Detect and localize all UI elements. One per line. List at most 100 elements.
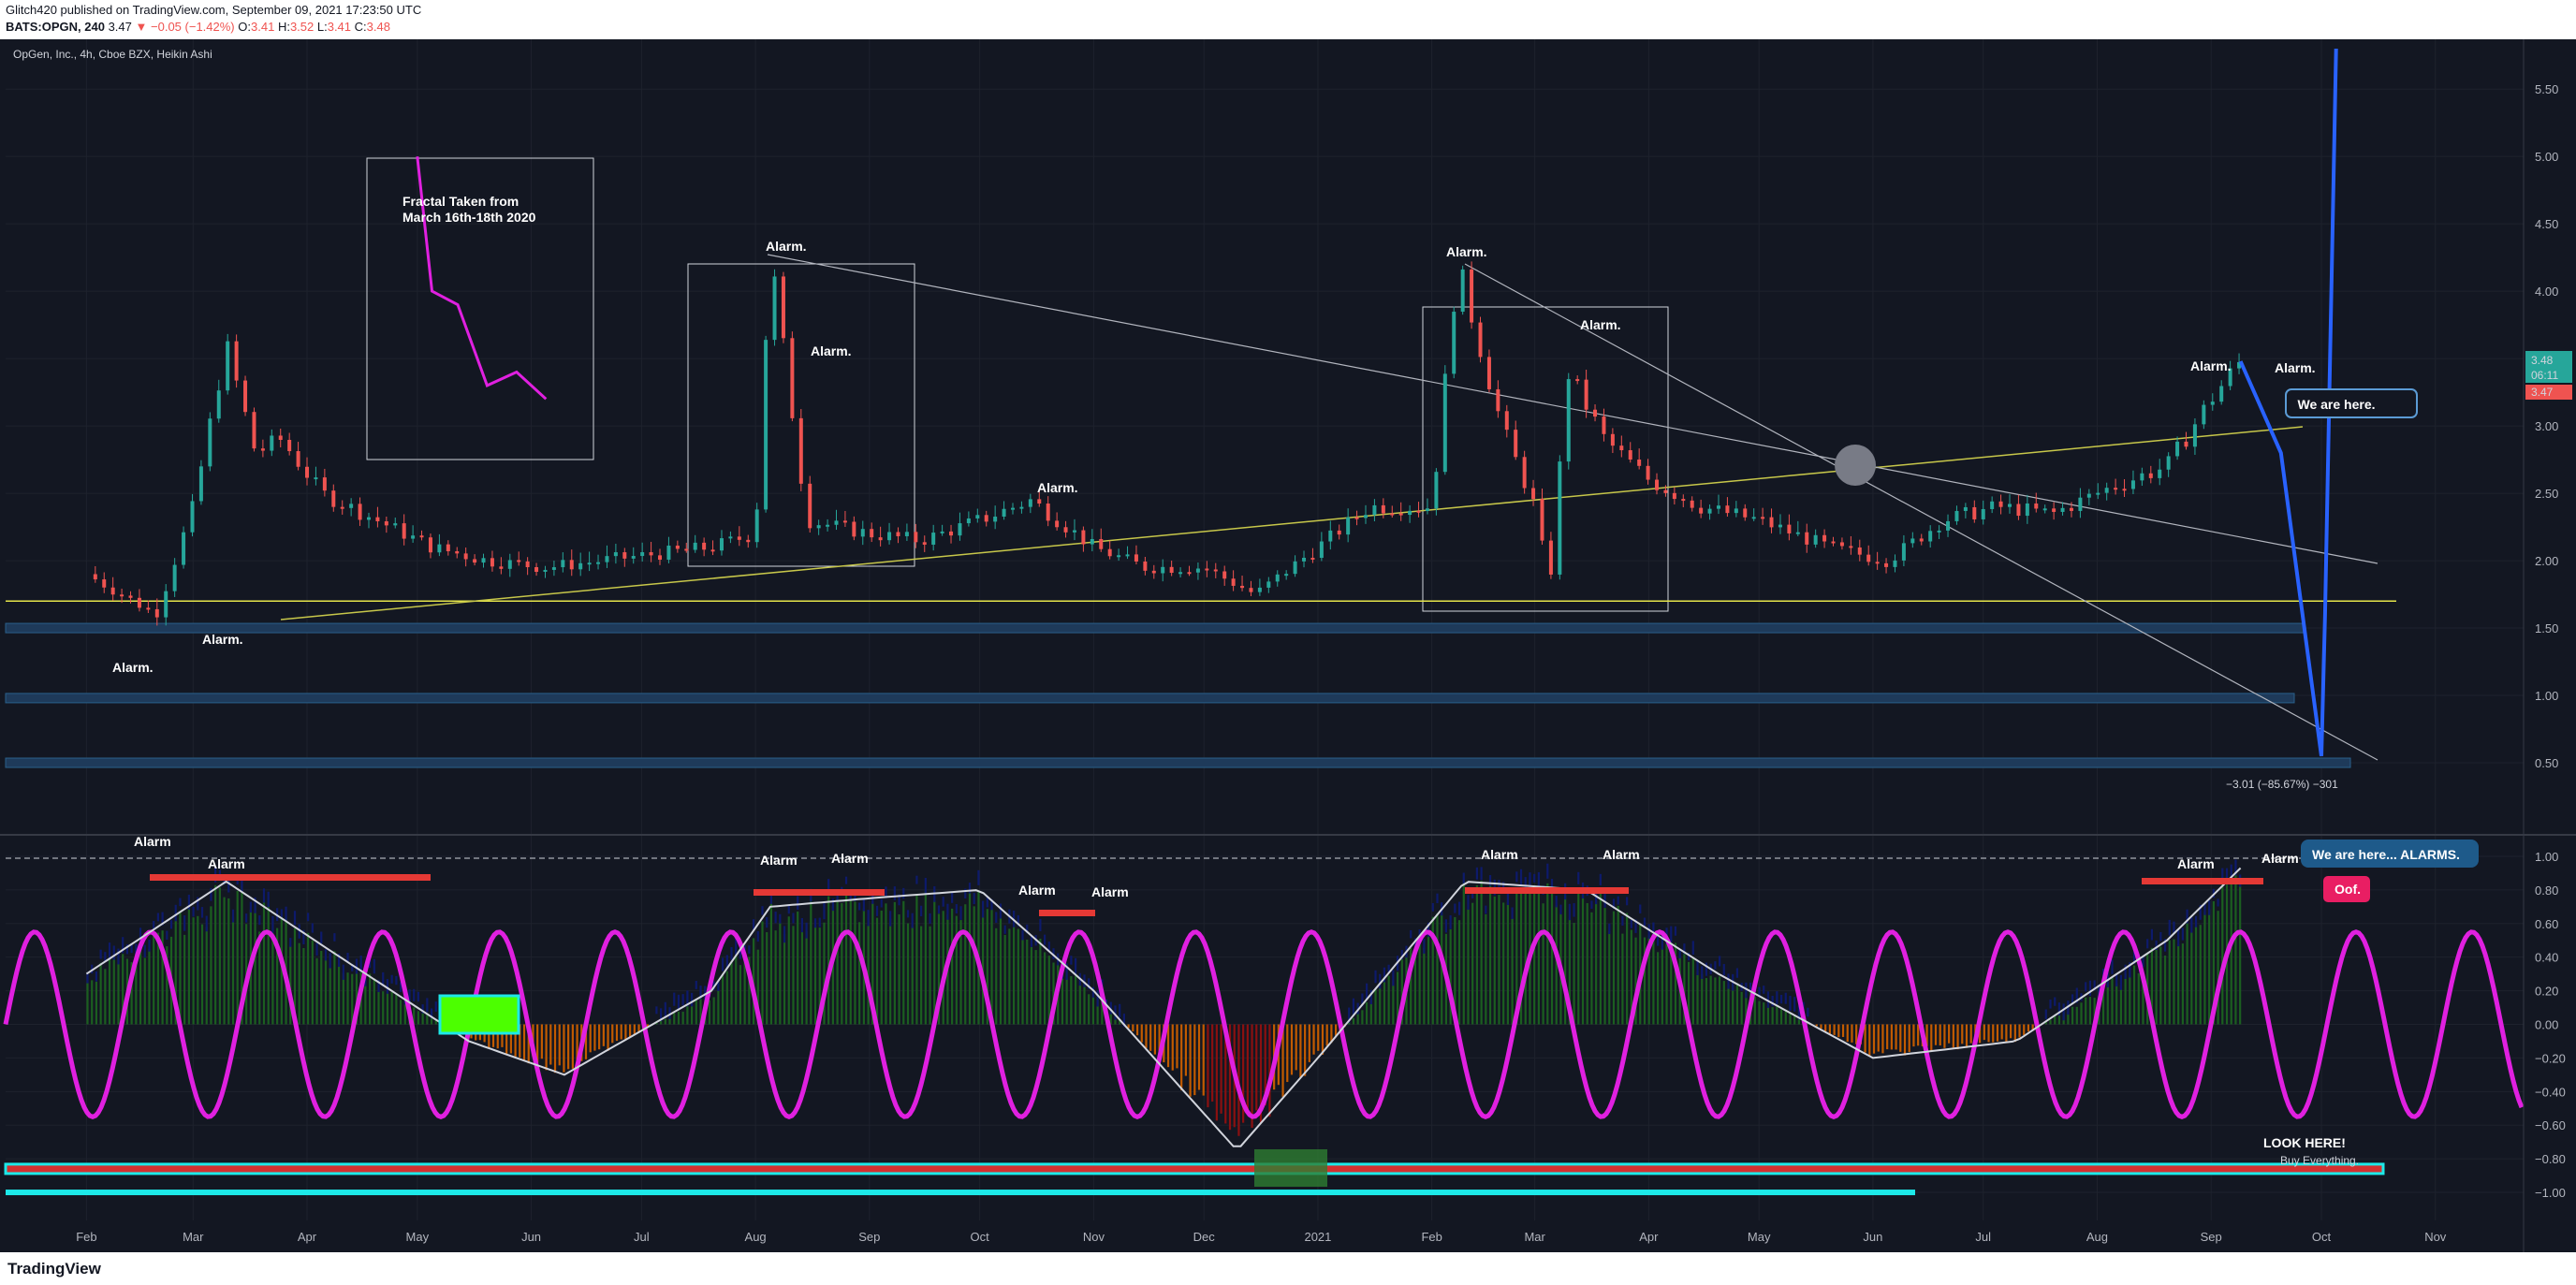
candle-body bbox=[728, 536, 733, 539]
candle-body bbox=[746, 539, 751, 543]
candle-body bbox=[2210, 402, 2215, 405]
candle-body bbox=[1734, 508, 1738, 514]
candle-body bbox=[2122, 489, 2127, 491]
osc-bar bbox=[2013, 1024, 2016, 1043]
candle-body bbox=[2184, 441, 2188, 447]
osc-bar bbox=[351, 973, 354, 1025]
candle-body bbox=[1628, 450, 1632, 460]
close-price-label: 3.47 bbox=[2531, 386, 2554, 399]
osc-bar bbox=[1917, 1024, 1920, 1046]
osc-bar bbox=[1352, 1017, 1355, 1025]
osc-bar-cap bbox=[818, 917, 821, 927]
osc-bar-cap bbox=[1410, 929, 1412, 939]
osc-bar bbox=[885, 903, 887, 1025]
osc-bar bbox=[1145, 1024, 1148, 1048]
candle-body bbox=[1107, 548, 1112, 557]
osc-bar bbox=[139, 946, 142, 1025]
candle-body bbox=[1090, 538, 1094, 545]
price-tick-label: 2.50 bbox=[2535, 487, 2558, 501]
candle-body bbox=[1125, 554, 1130, 557]
osc-bar-cap bbox=[1462, 872, 1465, 883]
osc-bar bbox=[1763, 1002, 1765, 1025]
osc-bar bbox=[915, 893, 918, 1025]
osc-bar bbox=[1008, 928, 1011, 1025]
candle-body bbox=[772, 276, 777, 341]
candle-body bbox=[1787, 524, 1792, 533]
candle-body bbox=[737, 536, 741, 540]
candle-body bbox=[914, 532, 918, 543]
candle-body bbox=[702, 542, 707, 550]
osc-bar bbox=[1828, 1024, 1831, 1034]
chart-canvas[interactable]: Fractal Taken from March 16th-18th 2020 Al… bbox=[0, 39, 2576, 1252]
osc-bar-cap bbox=[373, 958, 375, 974]
osc-bar-cap bbox=[673, 992, 676, 1006]
osc-bar bbox=[567, 1024, 570, 1070]
candle-body bbox=[1593, 409, 1598, 417]
osc-tick-label: −0.40 bbox=[2535, 1085, 2566, 1099]
osc-bar bbox=[1299, 1024, 1302, 1078]
candle-body bbox=[1981, 508, 1985, 519]
osc-bar-cap bbox=[2119, 974, 2123, 990]
osc-bar bbox=[338, 963, 341, 1025]
osc-bar bbox=[1956, 1024, 1959, 1050]
osc-bar-cap bbox=[117, 948, 120, 965]
osc-bar-cap bbox=[1021, 929, 1024, 941]
osc-bar bbox=[179, 911, 182, 1025]
osc-bar bbox=[1709, 975, 1712, 1025]
osc-bar bbox=[1488, 883, 1492, 1025]
candle-body bbox=[2158, 469, 2162, 478]
candle-body bbox=[975, 515, 980, 518]
osc-bar bbox=[1379, 988, 1382, 1025]
osc-bar-cap bbox=[1608, 923, 1611, 935]
osc-bar-cap bbox=[959, 906, 962, 920]
candle-body bbox=[2016, 504, 2021, 517]
osc-bar-cap bbox=[999, 903, 1003, 919]
candle-body bbox=[1434, 472, 1439, 509]
osc-bar bbox=[1193, 1024, 1196, 1096]
osc-bar bbox=[2054, 1015, 2056, 1025]
osc-bar bbox=[813, 927, 817, 1025]
osc-bar bbox=[906, 923, 910, 1025]
osc-bar-cap bbox=[1365, 983, 1368, 1000]
candle-body bbox=[622, 552, 627, 559]
osc-bar bbox=[1771, 1007, 1774, 1025]
osc-bar bbox=[1661, 948, 1663, 1025]
candle-body bbox=[2052, 508, 2056, 512]
osc-bar bbox=[1868, 1024, 1871, 1057]
osc-bar bbox=[197, 915, 199, 1025]
osc-bar bbox=[399, 1000, 402, 1025]
osc-bar bbox=[2217, 911, 2219, 1025]
osc-bar-cap bbox=[681, 994, 684, 1006]
candle-body bbox=[1681, 499, 1686, 502]
osc-alarm-label: Alarm bbox=[1091, 884, 1129, 899]
look-here-label: LOOK HERE! bbox=[2263, 1135, 2346, 1150]
candle-body bbox=[631, 556, 636, 559]
candle-body bbox=[2060, 507, 2065, 512]
candle-body bbox=[1293, 561, 1297, 575]
candle-body bbox=[1046, 504, 1050, 521]
osc-bar bbox=[999, 918, 1003, 1025]
osc-bar bbox=[298, 942, 300, 1025]
osc-bar bbox=[1140, 1024, 1143, 1043]
osc-bar bbox=[902, 900, 905, 1025]
osc-bar-cap bbox=[1763, 986, 1765, 994]
candle-body bbox=[878, 537, 883, 541]
x-tick-label: Dec bbox=[1193, 1230, 1216, 1244]
candle-body bbox=[525, 561, 530, 568]
osc-tick-label: 0.60 bbox=[2535, 917, 2558, 931]
osc-bar-cap bbox=[192, 907, 195, 917]
osc-bar-cap bbox=[1784, 992, 1787, 1004]
osc-bar bbox=[2168, 940, 2171, 1025]
osc-bar bbox=[1735, 983, 1739, 1025]
osc-bar bbox=[395, 993, 398, 1025]
osc-bar bbox=[951, 908, 954, 1025]
osc-bar bbox=[779, 921, 782, 1025]
candle-body bbox=[1363, 515, 1368, 518]
candle-body bbox=[675, 545, 680, 549]
tradingview-logo: TradingView bbox=[7, 1260, 101, 1278]
osc-bar bbox=[1021, 939, 1024, 1025]
osc-bar bbox=[1149, 1024, 1152, 1051]
candle-body bbox=[710, 549, 715, 552]
osc-bar bbox=[1965, 1024, 1969, 1048]
osc-bar bbox=[86, 983, 89, 1025]
